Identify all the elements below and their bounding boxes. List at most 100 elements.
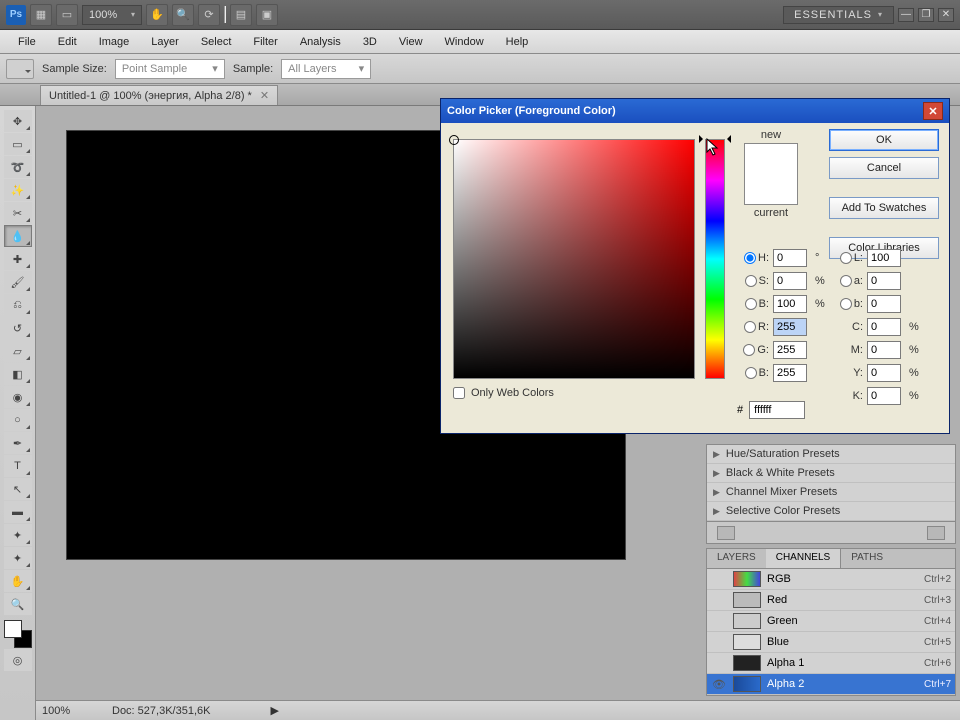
foreground-background-colors[interactable]	[4, 620, 32, 648]
status-menu-arrow-icon[interactable]: ▶	[270, 704, 278, 717]
clip-to-layer-icon[interactable]	[927, 526, 945, 540]
zoom-tool-icon[interactable]: 🔍	[4, 593, 32, 615]
menu-view[interactable]: View	[389, 33, 433, 51]
screen-mode-icon[interactable]: ▭	[56, 4, 78, 26]
visibility-eye-icon[interactable]	[711, 571, 727, 587]
3d-camera-tool-icon[interactable]: ✦	[4, 547, 32, 569]
r-input[interactable]	[773, 318, 807, 336]
preset-selective-color[interactable]: ▶Selective Color Presets	[707, 502, 955, 521]
add-to-swatches-button[interactable]: Add To Swatches	[829, 197, 939, 219]
s-input[interactable]	[773, 272, 807, 290]
ok-button[interactable]: OK	[829, 129, 939, 151]
rotate-view-icon[interactable]: ⟳	[198, 4, 220, 26]
status-zoom[interactable]: 100%	[42, 705, 92, 717]
visibility-eye-icon[interactable]: 👁	[711, 676, 727, 692]
b-lab-radio[interactable]	[840, 298, 852, 310]
bridge-icon[interactable]: ▦	[30, 4, 52, 26]
channel-row[interactable]: RedCtrl+3	[707, 590, 955, 611]
a-input[interactable]	[867, 272, 901, 290]
channel-row[interactable]: RGBCtrl+2	[707, 569, 955, 590]
menu-select[interactable]: Select	[191, 33, 242, 51]
current-color-swatch[interactable]	[745, 174, 797, 204]
channel-row[interactable]: 👁Alpha 2Ctrl+7	[707, 674, 955, 695]
hue-slider[interactable]	[705, 139, 725, 379]
only-web-colors-checkbox[interactable]	[453, 387, 465, 399]
b-rgb-radio[interactable]	[745, 367, 757, 379]
g-radio[interactable]	[743, 344, 755, 356]
menu-help[interactable]: Help	[496, 33, 539, 51]
healing-brush-tool-icon[interactable]: ✚	[4, 248, 32, 270]
c-input[interactable]	[867, 318, 901, 336]
menu-3d[interactable]: 3D	[353, 33, 387, 51]
workspace-switcher[interactable]: ESSENTIALS▾	[783, 6, 894, 24]
foreground-color-swatch[interactable]	[4, 620, 22, 638]
menu-window[interactable]: Window	[435, 33, 494, 51]
preset-hue-saturation[interactable]: ▶Hue/Saturation Presets	[707, 445, 955, 464]
eyedropper-tool-icon[interactable]: 💧	[4, 225, 32, 247]
visibility-eye-icon[interactable]	[711, 655, 727, 671]
window-close-button[interactable]: ✕	[938, 8, 954, 22]
channel-row[interactable]: Alpha 1Ctrl+6	[707, 653, 955, 674]
m-input[interactable]	[867, 341, 901, 359]
hand-tool-icon[interactable]: ✋	[146, 4, 168, 26]
dialog-title-bar[interactable]: Color Picker (Foreground Color) ✕	[441, 99, 949, 123]
gradient-tool-icon[interactable]: ◧	[4, 363, 32, 385]
h-radio[interactable]	[744, 252, 756, 264]
visibility-eye-icon[interactable]	[711, 613, 727, 629]
eraser-tool-icon[interactable]: ▱	[4, 340, 32, 362]
sample-size-select[interactable]: Point Sample▾	[115, 59, 225, 79]
cancel-button[interactable]: Cancel	[829, 157, 939, 179]
r-radio[interactable]	[744, 321, 756, 333]
g-radio-label[interactable]: G:	[737, 344, 769, 356]
menu-edit[interactable]: Edit	[48, 33, 87, 51]
tab-channels[interactable]: CHANNELS	[766, 549, 841, 568]
l-radio[interactable]	[840, 252, 852, 264]
channel-row[interactable]: BlueCtrl+5	[707, 632, 955, 653]
b-rgb-input[interactable]	[773, 364, 807, 382]
menu-file[interactable]: File	[8, 33, 46, 51]
a-radio[interactable]	[840, 275, 852, 287]
s-radio[interactable]	[745, 275, 757, 287]
screen-mode-dropdown-icon[interactable]: ▣	[256, 4, 278, 26]
visibility-eye-icon[interactable]	[711, 592, 727, 608]
s-radio-label[interactable]: S:	[737, 275, 769, 287]
marquee-tool-icon[interactable]: ▭	[4, 133, 32, 155]
blur-tool-icon[interactable]: ◉	[4, 386, 32, 408]
magic-wand-tool-icon[interactable]: ✨	[4, 179, 32, 201]
b-hsb-radio-label[interactable]: B:	[737, 298, 769, 310]
tab-paths[interactable]: PATHS	[841, 549, 893, 568]
sample-select[interactable]: All Layers▾	[281, 59, 371, 79]
preset-black-white[interactable]: ▶Black & White Presets	[707, 464, 955, 483]
crop-tool-icon[interactable]: ✂	[4, 202, 32, 224]
k-input[interactable]	[867, 387, 901, 405]
move-tool-icon[interactable]: ✥	[4, 110, 32, 132]
b-rgb-radio-label[interactable]: B:	[737, 367, 769, 379]
b-lab-radio-label[interactable]: b:	[831, 298, 863, 310]
menu-filter[interactable]: Filter	[243, 33, 287, 51]
hand-tool-icon[interactable]: ✋	[4, 570, 32, 592]
history-brush-tool-icon[interactable]: ↺	[4, 317, 32, 339]
l-radio-label[interactable]: L:	[831, 252, 863, 264]
menu-analysis[interactable]: Analysis	[290, 33, 351, 51]
b-hsb-input[interactable]	[773, 295, 807, 313]
quick-mask-icon[interactable]: ◎	[4, 649, 32, 671]
lasso-tool-icon[interactable]: ➰	[4, 156, 32, 178]
brush-tool-icon[interactable]: 🖌	[4, 271, 32, 293]
arrange-documents-icon[interactable]: ▤	[230, 4, 252, 26]
clone-stamp-tool-icon[interactable]: ⎌	[4, 294, 32, 316]
h-radio-label[interactable]: H:	[737, 252, 769, 264]
dodge-tool-icon[interactable]: ○	[4, 409, 32, 431]
shape-tool-icon[interactable]: ▬	[4, 501, 32, 523]
h-input[interactable]	[773, 249, 807, 267]
tab-layers[interactable]: LAYERS	[707, 549, 766, 568]
hex-input[interactable]	[749, 401, 805, 419]
g-input[interactable]	[773, 341, 807, 359]
3d-tool-icon[interactable]: ✦	[4, 524, 32, 546]
menu-image[interactable]: Image	[89, 33, 140, 51]
visibility-eye-icon[interactable]	[711, 634, 727, 650]
pen-tool-icon[interactable]: ✒	[4, 432, 32, 454]
preset-channel-mixer[interactable]: ▶Channel Mixer Presets	[707, 483, 955, 502]
current-tool-preset-icon[interactable]	[6, 59, 34, 79]
channel-row[interactable]: GreenCtrl+4	[707, 611, 955, 632]
menu-layer[interactable]: Layer	[141, 33, 189, 51]
